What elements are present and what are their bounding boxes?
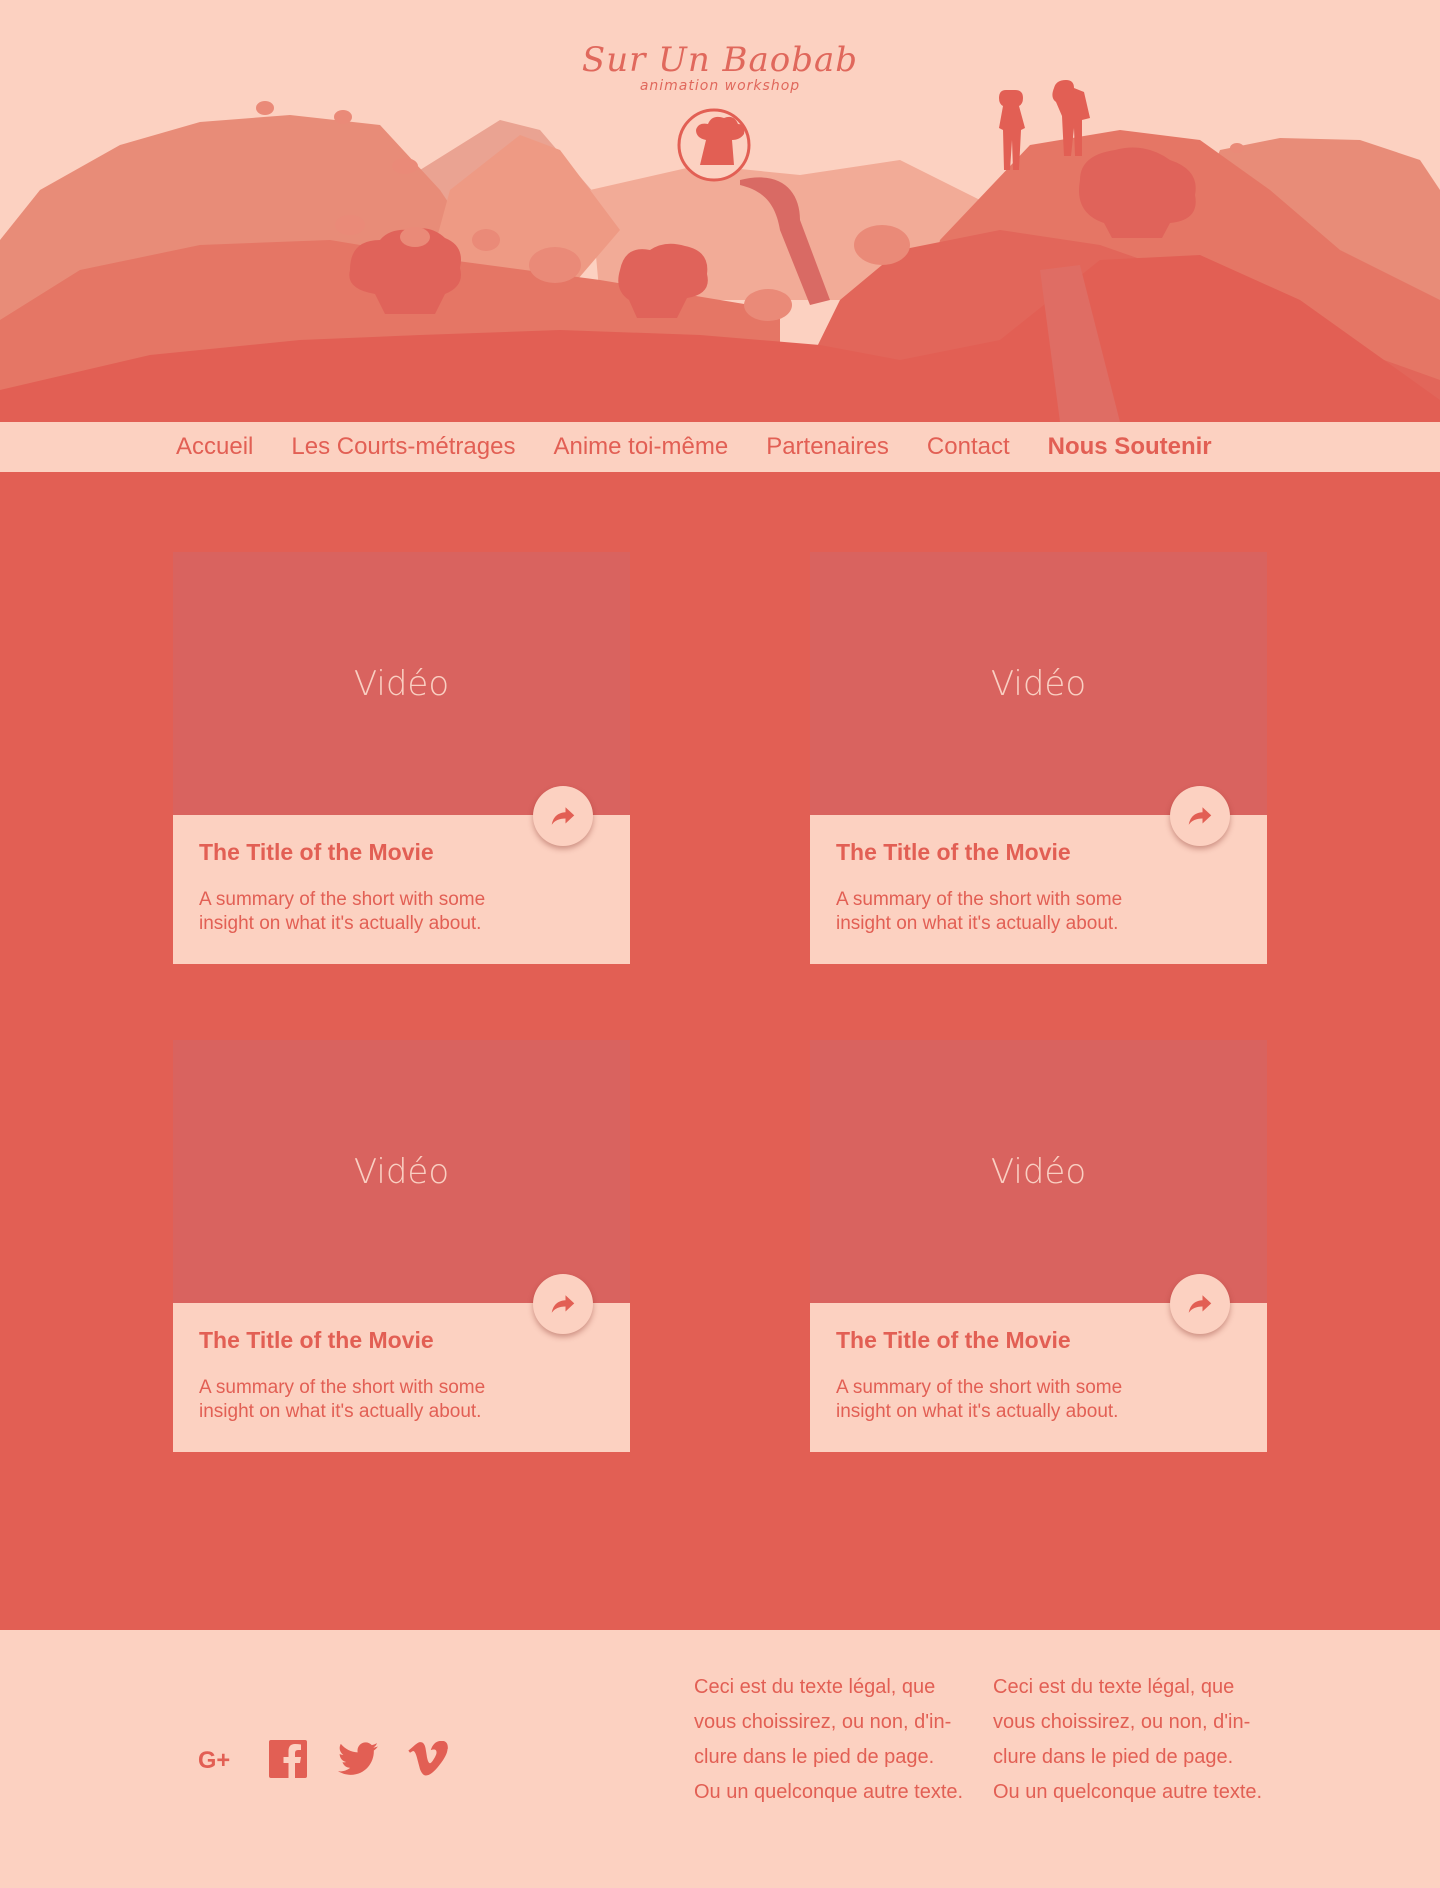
site-footer: G+ Ceci est du texte légal, que vous cho… <box>0 1630 1440 1888</box>
video-placeholder[interactable]: Vidéo <box>810 1040 1267 1303</box>
movie-card: Vidéo The Title of the Movie A summary o… <box>173 552 630 964</box>
social-links: G+ <box>198 1739 448 1779</box>
brand-tagline: animation workshop <box>639 78 801 94</box>
movie-summary: A summary of the short with some insight… <box>836 889 1123 934</box>
movie-summary: A summary of the short with some insight… <box>836 1377 1123 1422</box>
share-arrow-icon <box>551 807 575 825</box>
video-label: Vidéo <box>990 663 1087 704</box>
twitter-icon[interactable] <box>338 1739 378 1779</box>
nav-item-anime-toi-meme[interactable]: Anime toi-même <box>553 433 728 461</box>
vimeo-icon[interactable] <box>408 1739 448 1779</box>
video-placeholder[interactable]: Vidéo <box>173 552 630 815</box>
movie-summary: A summary of the short with some insight… <box>199 1377 486 1422</box>
facebook-icon[interactable] <box>268 1739 308 1779</box>
movie-title: The Title of the Movie <box>836 839 1071 865</box>
movie-grid: Vidéo The Title of the Movie A summary o… <box>0 472 1440 1630</box>
movie-card: Vidéo The Title of the Movie A summary o… <box>810 1040 1267 1452</box>
google-plus-icon[interactable]: G+ <box>198 1739 238 1779</box>
movie-summary: A summary of the short with some insight… <box>199 889 486 934</box>
brand-logo[interactable]: Sur Un Baobab animation workshop <box>0 40 1440 94</box>
movie-card: Vidéo The Title of the Movie A summary o… <box>810 552 1267 964</box>
legal-text: Ceci est du texte légal, que vous choiss… <box>993 1676 1263 1803</box>
svg-text:G+: G+ <box>198 1748 230 1774</box>
movie-title: The Title of the Movie <box>199 839 434 865</box>
nav-item-accueil[interactable]: Accueil <box>176 433 253 461</box>
hero-banner: Sur Un Baobab animation workshop <box>0 0 1440 422</box>
video-placeholder[interactable]: Vidéo <box>810 552 1267 815</box>
share-button[interactable] <box>1170 1274 1230 1334</box>
video-label: Vidéo <box>353 1151 450 1192</box>
share-arrow-icon <box>1188 1295 1212 1313</box>
legal-text: Ceci est du texte légal, que vous choiss… <box>694 1676 964 1803</box>
video-label: Vidéo <box>353 663 450 704</box>
share-arrow-icon <box>551 1295 575 1313</box>
video-label: Vidéo <box>990 1151 1087 1192</box>
movie-title: The Title of the Movie <box>199 1327 434 1353</box>
share-button[interactable] <box>533 786 593 846</box>
video-placeholder[interactable]: Vidéo <box>173 1040 630 1303</box>
baobab-emblem <box>677 108 751 182</box>
nav-item-nous-soutenir[interactable]: Nous Soutenir <box>1048 433 1212 461</box>
movie-card: Vidéo The Title of the Movie A summary o… <box>173 1040 630 1452</box>
share-arrow-icon <box>1188 807 1212 825</box>
nav-item-courts-metrages[interactable]: Les Courts-métrages <box>291 433 515 461</box>
movie-title: The Title of the Movie <box>836 1327 1071 1353</box>
main-nav: Accueil Les Courts-métrages Anime toi-mê… <box>0 422 1440 472</box>
share-button[interactable] <box>1170 786 1230 846</box>
brand-name: Sur Un Baobab <box>581 40 859 80</box>
nav-item-contact[interactable]: Contact <box>927 433 1010 461</box>
share-button[interactable] <box>533 1274 593 1334</box>
nav-item-partenaires[interactable]: Partenaires <box>766 433 889 461</box>
